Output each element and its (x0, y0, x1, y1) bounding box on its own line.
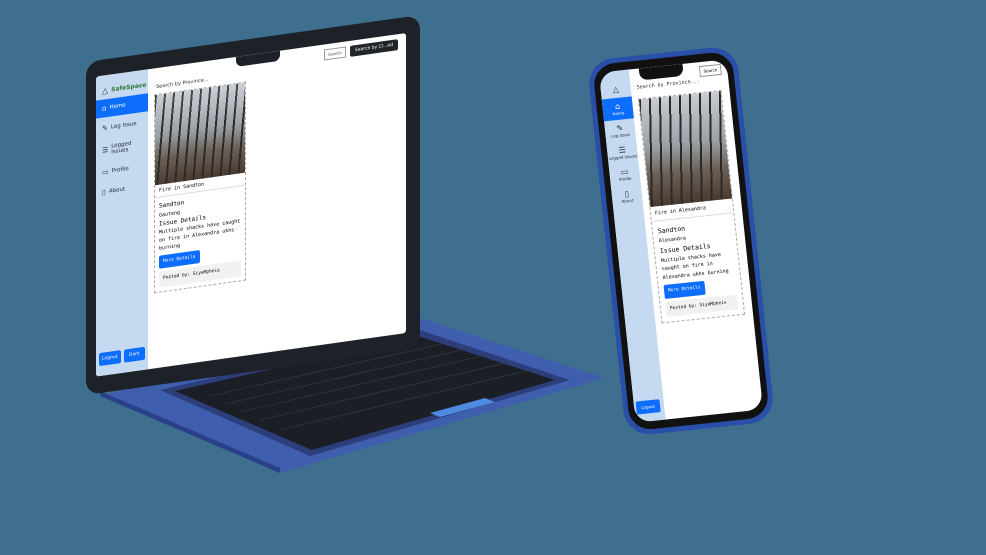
logo-icon: △ (612, 84, 620, 95)
search-input[interactable]: Search (699, 63, 722, 78)
logout-button[interactable]: Logout (635, 399, 661, 415)
sidebar-item-label: About (621, 197, 634, 204)
sidebar-item-label: Log Issue (611, 131, 631, 139)
sidebar-item-label: Home (612, 110, 625, 117)
phone-bezel: △ ⌂ Home ✎ Log Issue ☰ Logged Issues ▭ P… (592, 50, 770, 432)
laptop-lid: △ SafeSpace ⌂ Home ✎ Log Issue ☰ Logged … (86, 15, 420, 396)
search-button[interactable]: Search by Cl...ed (349, 38, 398, 57)
sidebar-item-label: Home (109, 102, 126, 111)
card-footer: Posted by: SiyaMpheis (665, 294, 739, 318)
laptop-screen: △ SafeSpace ⌂ Home ✎ Log Issue ☰ Logged … (96, 33, 406, 377)
sidebar-item-label: Profile (618, 175, 632, 183)
home-icon: ⌂ (102, 104, 107, 113)
list-icon: ☰ (102, 145, 109, 155)
logout-button[interactable]: Logout (99, 350, 121, 367)
profile-icon: ▭ (102, 167, 109, 177)
sidebar: △ SafeSpace ⌂ Home ✎ Log Issue ☰ Logged … (96, 69, 148, 377)
search-label: Search by Province... (636, 78, 700, 91)
sidebar-item-label: Profile (111, 165, 129, 175)
more-details-button[interactable]: More Details (663, 280, 706, 299)
sidebar-item-label: Log Issue (110, 120, 137, 131)
issue-photo (638, 91, 732, 208)
logo-icon: △ (102, 85, 109, 96)
search-input[interactable]: Search (324, 45, 346, 61)
brand-name: SafeSpace (111, 80, 147, 93)
card-body: Sandton Alexandra Issue Details Multiple… (652, 213, 744, 322)
issue-card: Fire in Sandton Sandton Gauteng Issue De… (154, 81, 246, 294)
dark-mode-button[interactable]: Dark (123, 346, 145, 363)
phone-screen: △ ⌂ Home ✎ Log Issue ☰ Logged Issues ▭ P… (598, 59, 764, 423)
sidebar-actions: Logout Dark (96, 346, 148, 367)
sidebar-item-home[interactable]: ⌂ Home (601, 96, 634, 122)
logo: △ (599, 70, 632, 100)
sidebar-item-label: Logged Issues (111, 140, 132, 156)
sidebar-item-logged-issues[interactable]: ☰ Logged Issues (606, 140, 638, 165)
sidebar-item-profile[interactable]: ▭ Profile (609, 162, 641, 187)
info-icon: ▯ (102, 188, 106, 197)
issue-photo (155, 82, 245, 186)
phone-device: △ ⌂ Home ✎ Log Issue ☰ Logged Issues ▭ P… (586, 45, 776, 437)
issue-card: Fire in Alexandra Sandton Alexandra Issu… (637, 89, 746, 324)
sidebar-item-log-issue[interactable]: ✎ Log Issue (604, 118, 636, 143)
sidebar-item-about[interactable]: ▯ About (611, 184, 643, 209)
edit-icon: ✎ (102, 123, 108, 133)
sidebar-item-label: About (108, 186, 126, 195)
card-body: Sandton Gauteng Issue Details Multiple s… (155, 186, 245, 292)
camera-notch (638, 63, 684, 81)
